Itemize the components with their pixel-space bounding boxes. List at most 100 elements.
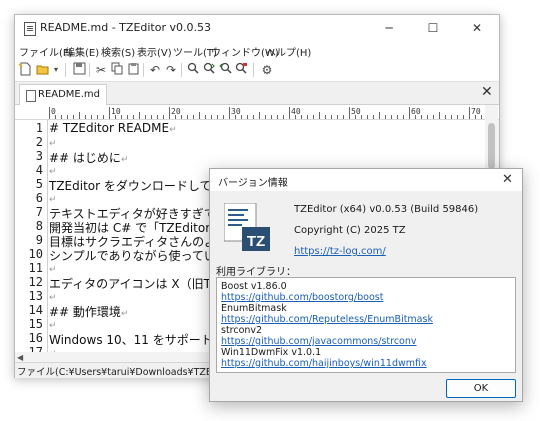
tab-readme[interactable]: README.md: [19, 84, 107, 105]
end-of-line-mark: ↵: [49, 139, 57, 149]
editor-line: ## はじめに↵: [49, 149, 128, 166]
editor-line: ↵: [49, 345, 57, 352]
menu-edit[interactable]: 編集(E): [65, 44, 99, 59]
copyright-text: Copyright (C) 2025 TZ: [294, 225, 406, 236]
editor-line: # TZEditor README↵: [49, 121, 177, 135]
end-of-line-mark: ↵: [169, 125, 177, 135]
editor-line: ↵: [49, 191, 57, 205]
document-icon: [26, 90, 36, 102]
line-number: 11: [28, 261, 43, 275]
app-icon: [24, 22, 36, 36]
close-button[interactable]: ✕: [455, 15, 499, 41]
paste-icon[interactable]: [125, 62, 141, 78]
menu-help[interactable]: ヘルプ(H): [266, 44, 311, 59]
about-dialog: バージョン情報 ✕ TZ TZEditor (x64) v0.0.53 (Bui…: [209, 168, 523, 402]
line-number: 1: [35, 121, 43, 135]
library-name: EnumBitmask: [221, 303, 287, 314]
line-number: 14: [28, 303, 43, 317]
minimize-button[interactable]: ─: [367, 15, 411, 41]
homepage-link[interactable]: https://tz-log.com/: [294, 246, 386, 257]
copy-icon[interactable]: [109, 62, 125, 78]
line-text: シンプルでありながら使ってい: [49, 249, 216, 263]
window-title: README.md - TZEditor v0.0.53: [40, 21, 211, 34]
ruler-label: 20: [171, 107, 181, 116]
line-number: 10: [28, 247, 43, 261]
line-number: 9: [35, 233, 43, 247]
end-of-line-mark: ↵: [49, 195, 57, 205]
line-number: 3: [35, 149, 43, 163]
maximize-button[interactable]: ☐: [411, 15, 455, 41]
end-of-line-mark: ↵: [49, 321, 57, 331]
end-of-line-mark: ↵: [49, 265, 57, 275]
editor-line: ↵: [49, 317, 57, 331]
line-text: Windows 10、11 をサポートし: [49, 333, 225, 347]
toolbar-separator: [181, 63, 182, 77]
editor-line: ↵: [49, 261, 57, 275]
toolbar: ▾ ✂ ↶ ↷ ⚙: [15, 59, 499, 82]
dialog-close-button[interactable]: ✕: [502, 172, 513, 187]
toolbar-separator: [89, 63, 90, 77]
library-name: Win11DwmFix v1.0.1: [221, 347, 322, 358]
open-file-icon[interactable]: [35, 62, 51, 78]
settings-icon[interactable]: ⚙: [259, 62, 275, 78]
new-file-icon[interactable]: [17, 62, 33, 78]
replace-icon[interactable]: [233, 62, 249, 78]
ruler-label: 60: [411, 107, 421, 116]
tab-bar: README.md ✕: [15, 82, 499, 105]
ruler: 0 10 20 30 40 50 60 70: [15, 105, 499, 120]
dialog-title: バージョン情報: [218, 178, 288, 189]
end-of-line-mark: ↵: [120, 155, 129, 165]
ruler-label: 70: [471, 107, 481, 116]
find-icon[interactable]: [185, 62, 201, 78]
libraries-list[interactable]: Boost v1.86.0 https://github.com/boostorg…: [216, 277, 516, 373]
line-number: 8: [35, 219, 43, 233]
save-icon[interactable]: [71, 62, 87, 78]
title-bar[interactable]: README.md - TZEditor v0.0.53 ─ ☐ ✕: [15, 15, 499, 41]
end-of-line-mark: ↵: [49, 167, 57, 177]
ruler-label: 0: [51, 107, 56, 116]
ruler-label: 50: [351, 107, 361, 116]
app-version-text: TZEditor (x64) v0.0.53 (Build 59846): [294, 204, 479, 215]
dropdown-icon[interactable]: ▾: [51, 62, 61, 78]
logo-text: TZ: [247, 233, 265, 250]
library-link[interactable]: https://github.com/haijinboys/win11dwmfi…: [221, 358, 427, 369]
toolbar-separator: [143, 63, 144, 77]
find-previous-icon[interactable]: [217, 62, 233, 78]
library-name: strconv2: [221, 325, 263, 336]
line-number: 17: [28, 345, 43, 352]
line-number: 12: [28, 275, 43, 289]
toolbar-separator: [65, 63, 66, 77]
line-number: 5: [35, 177, 43, 191]
close-tab-button[interactable]: ✕: [481, 84, 493, 100]
line-number: 2: [35, 135, 43, 149]
line-text: ## 動作環境: [49, 305, 121, 319]
line-number: 13: [28, 289, 43, 303]
libraries-label: 利用ライブラリ：: [216, 267, 296, 278]
redo-icon[interactable]: ↷: [163, 62, 179, 78]
line-number: 6: [35, 191, 43, 205]
line-text: エディタのアイコンは X（旧T: [49, 277, 211, 291]
dialog-title-bar[interactable]: バージョン情報 ✕: [210, 169, 522, 191]
line-number: 15: [28, 317, 43, 331]
undo-icon[interactable]: ↶: [147, 62, 163, 78]
line-number: 7: [35, 205, 43, 219]
library-link[interactable]: https://github.com/boostorg/boost: [221, 292, 383, 303]
scroll-left-arrow-icon[interactable]: ◀: [17, 353, 23, 362]
ok-button[interactable]: OK: [446, 379, 516, 398]
editor-line: Windows 10、11 をサポートし↵: [49, 331, 232, 348]
library-link[interactable]: https://github.com/Reputeless/EnumBitmas…: [221, 314, 433, 325]
menu-view[interactable]: 表示(V): [137, 44, 172, 59]
ruler-label: 40: [291, 107, 301, 116]
line-number-gutter-divider: [47, 120, 48, 352]
find-next-icon[interactable]: [201, 62, 217, 78]
editor-line: エディタのアイコンは X（旧T↵: [49, 275, 218, 292]
scrollbar-thumb[interactable]: [488, 123, 495, 169]
cut-icon[interactable]: ✂: [93, 62, 109, 78]
menu-search[interactable]: 検索(S): [101, 44, 135, 59]
toolbar-separator: [253, 63, 254, 77]
line-number: 16: [28, 331, 43, 345]
library-name: Boost v1.86.0: [221, 281, 287, 292]
library-link[interactable]: https://github.com/javacommons/strconv: [221, 336, 417, 347]
menu-bar: ファイル(F) 編集(E) 検索(S) 表示(V) ツール(T) ウィンドウ(W…: [15, 41, 499, 59]
tab-label: README.md: [38, 89, 101, 100]
